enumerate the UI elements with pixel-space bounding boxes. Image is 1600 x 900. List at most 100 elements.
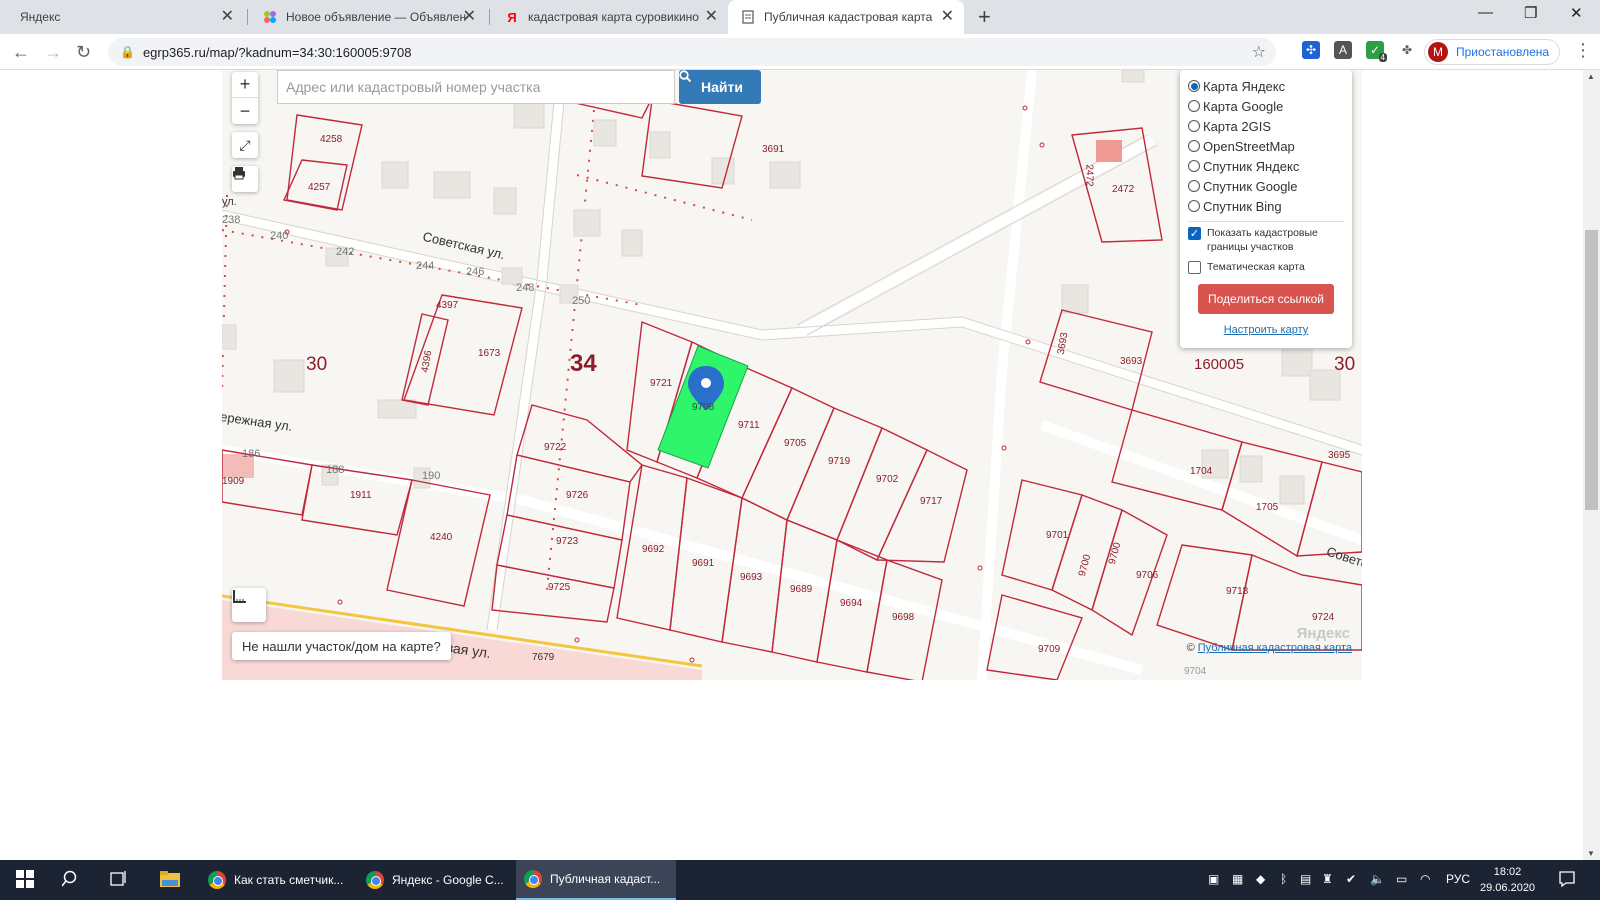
print-button[interactable] <box>232 166 258 192</box>
taskbar-app-active[interactable]: Публичная кадаст... <box>516 860 676 900</box>
radio-button[interactable] <box>1188 140 1200 152</box>
cadastral-map-link[interactable]: Публичная кадастровая карта <box>1198 642 1352 654</box>
windows-start-icon[interactable] <box>16 870 34 893</box>
parcel-label: 7679 <box>532 652 555 663</box>
parcel-label: 9726 <box>566 490 589 501</box>
tab-yandex[interactable]: Яндекс ✕ <box>8 0 244 34</box>
parcel-label: 9694 <box>840 598 863 609</box>
configure-map-link[interactable]: Настроить карту <box>1188 324 1344 336</box>
extension-icon[interactable]: ✣ <box>1302 41 1320 59</box>
tray-app-icon[interactable]: ♜ <box>1322 872 1333 886</box>
checkmark-icon[interactable]: ✓ <box>1188 227 1201 240</box>
forward-icon[interactable]: → <box>44 42 62 63</box>
tab-cadastral-map[interactable]: Публичная кадастровая карта ✕ <box>728 0 964 34</box>
thematic-map-checkbox[interactable]: Тематическая карта <box>1188 260 1344 274</box>
layer-option-bing-satellite[interactable]: Спутник Bing <box>1188 196 1344 216</box>
avatar: M <box>1428 42 1448 62</box>
bookmark-star-icon[interactable]: ☆ <box>1252 42 1266 62</box>
restore-icon[interactable]: ❐ <box>1524 4 1537 22</box>
reload-icon[interactable]: ↻ <box>76 42 91 63</box>
translate-extension-icon[interactable]: A <box>1334 41 1352 59</box>
shield-extension-icon[interactable]: 4 ✓ <box>1366 41 1387 62</box>
profile-button[interactable]: M Приостановлена <box>1424 39 1560 65</box>
share-link-button[interactable]: Поделиться ссылкой <box>1198 284 1334 314</box>
quarter-label: 30 <box>306 354 328 375</box>
parcel-label: 190 <box>422 470 441 482</box>
search-input[interactable] <box>286 79 674 95</box>
parcel-label: 9702 <box>876 474 899 485</box>
layer-option-google-satellite[interactable]: Спутник Google <box>1188 176 1344 196</box>
zoom-out-button[interactable]: − <box>232 98 258 124</box>
layer-option-osm[interactable]: OpenStreetMap <box>1188 136 1344 156</box>
search-field[interactable] <box>277 70 675 104</box>
bluetooth-icon[interactable]: ᛒ <box>1280 872 1287 886</box>
file-explorer-icon[interactable] <box>160 870 180 893</box>
page-icon <box>740 9 756 25</box>
radio-button[interactable] <box>1188 200 1200 212</box>
new-tab-icon[interactable]: + <box>978 4 991 30</box>
street-label: Советская ул. <box>421 228 507 263</box>
puzzle-extensions-icon[interactable]: ✤ <box>1398 41 1416 59</box>
search-icon[interactable] <box>61 870 80 893</box>
parcel-label: 1705 <box>1256 502 1279 513</box>
not-found-button[interactable]: Не нашли участок/дом на карте? <box>232 632 451 660</box>
layer-option-yandex-satellite[interactable]: Спутник Яндекс <box>1188 156 1344 176</box>
checkbox-label: Тематическая карта <box>1207 261 1305 273</box>
menu-icon[interactable]: ⋮ <box>1574 40 1592 61</box>
radio-button[interactable] <box>1188 160 1200 172</box>
parcel-label: 3693 <box>1055 331 1071 356</box>
clock[interactable]: 18:02 29.06.2020 <box>1480 864 1535 896</box>
radio-button[interactable] <box>1188 180 1200 192</box>
fullscreen-button[interactable]: ⤢ <box>232 132 258 158</box>
notifications-icon[interactable] <box>1558 870 1576 893</box>
radio-button[interactable] <box>1188 80 1200 92</box>
close-icon[interactable]: ✕ <box>221 9 234 25</box>
security-icon[interactable]: ✔ <box>1346 872 1356 886</box>
layer-option-google-map[interactable]: Карта Google <box>1188 96 1344 116</box>
parcel-label: 9721 <box>650 378 673 389</box>
cadastral-map[interactable]: Советская ул. Луговая ул. ережная ул. Со… <box>222 70 1362 680</box>
radio-button[interactable] <box>1188 120 1200 132</box>
radio-button[interactable] <box>1188 100 1200 112</box>
close-icon[interactable]: ✕ <box>463 9 476 25</box>
nvidia-icon[interactable]: ◆ <box>1256 872 1265 886</box>
taskbar-app[interactable]: Яндекс - Google C... <box>358 860 508 900</box>
battery-icon[interactable]: ▭ <box>1396 872 1407 886</box>
language-indicator[interactable]: РУС <box>1446 872 1470 886</box>
checkbox-box[interactable] <box>1188 261 1201 274</box>
zoom-in-button[interactable]: + <box>232 72 258 98</box>
taskbar-app[interactable]: Как стать сметчик... <box>200 860 350 900</box>
tray-app-icon[interactable]: ▤ <box>1300 872 1311 886</box>
parcel-label: 1909 <box>222 476 245 487</box>
scrollbar-thumb[interactable] <box>1585 230 1598 510</box>
parcel-label: 4258 <box>320 134 343 145</box>
close-window-icon[interactable]: ✕ <box>1570 4 1583 22</box>
parcel-label: 3695 <box>1328 450 1351 461</box>
parcel-label: 9708 <box>692 402 715 413</box>
expand-icon: ⤢ <box>239 136 251 153</box>
task-view-icon[interactable] <box>110 870 128 893</box>
close-icon[interactable]: ✕ <box>941 9 954 25</box>
close-icon[interactable]: ✕ <box>705 9 718 25</box>
parcel-label: 9689 <box>790 584 813 595</box>
layer-option-2gis-map[interactable]: Карта 2GIS <box>1188 116 1344 136</box>
show-borders-checkbox[interactable]: ✓ Показать кадастровые границы участков <box>1188 226 1344 254</box>
page-scrollbar[interactable]: ▲ ▼ <box>1583 70 1600 860</box>
scroll-down-icon[interactable]: ▼ <box>1587 849 1595 858</box>
tab-yandex-search[interactable]: Я кадастровая карта суровикино ✕ <box>492 0 728 34</box>
back-icon[interactable]: ← <box>12 42 30 63</box>
wifi-icon[interactable]: ◠ <box>1420 872 1430 886</box>
layer-option-yandex-map[interactable]: Карта Яндекс <box>1188 76 1344 96</box>
ruler-button[interactable] <box>232 588 266 622</box>
tray-app-icon[interactable]: ▣ <box>1208 872 1219 886</box>
tray-app-icon[interactable]: ▦ <box>1232 872 1243 886</box>
address-bar[interactable]: 🔒 egrp365.ru/map/?kadnum=34:30:160005:97… <box>108 38 1276 66</box>
minimize-icon[interactable]: — <box>1478 4 1493 21</box>
tab-separator <box>489 9 490 25</box>
browser-toolbar: ← → ↻ 🔒 egrp365.ru/map/?kadnum=34:30:160… <box>0 34 1600 70</box>
scroll-up-icon[interactable]: ▲ <box>1587 72 1595 81</box>
tab-avito[interactable]: Новое объявление — Объявления ✕ <box>250 0 486 34</box>
volume-muted-icon[interactable]: 🔈 <box>1370 872 1385 886</box>
parcel-label: 238 <box>222 214 241 226</box>
find-button[interactable]: Найти <box>679 70 761 104</box>
